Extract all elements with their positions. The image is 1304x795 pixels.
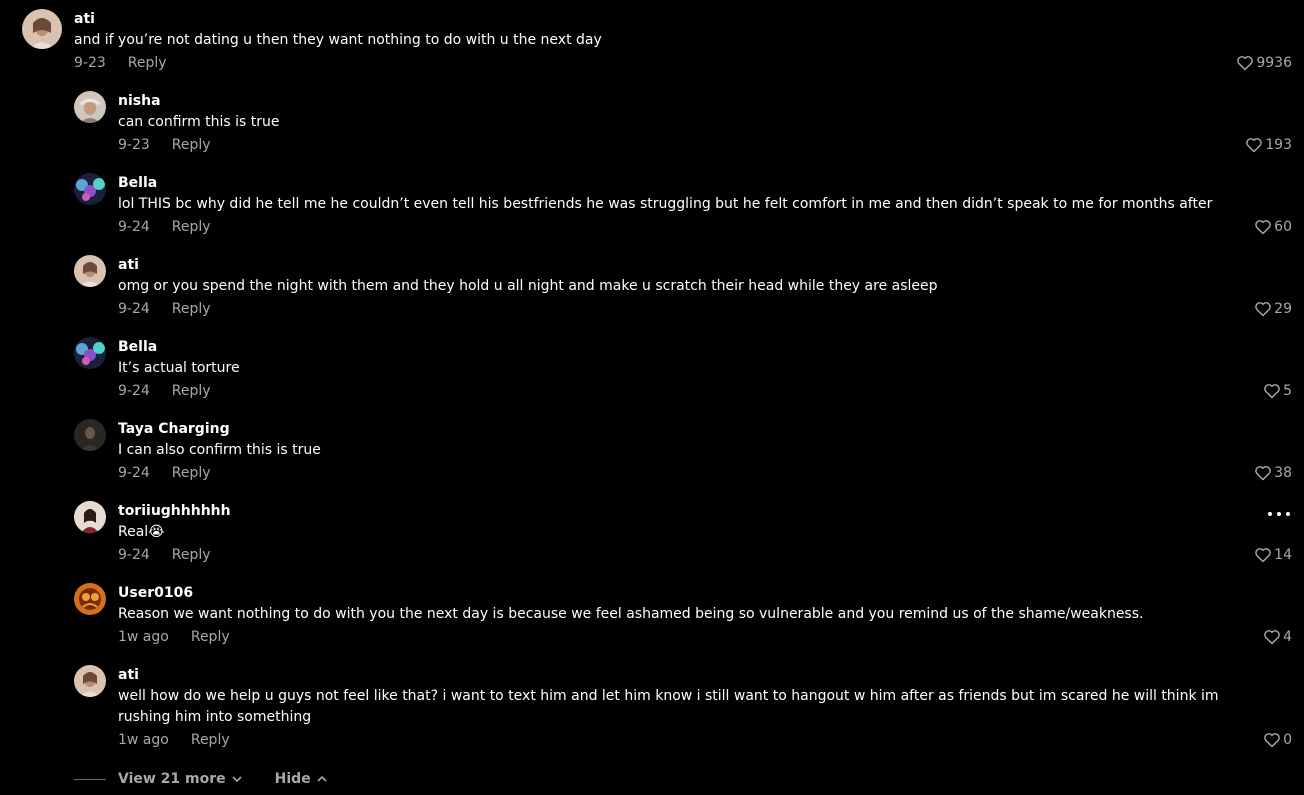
like-button[interactable]: 193 — [1245, 135, 1292, 155]
more-options-icon[interactable] — [1268, 509, 1290, 519]
like-count: 38 — [1274, 465, 1292, 481]
chevron-up-icon — [317, 775, 327, 782]
comment-username[interactable]: toriiughhhhhh — [118, 501, 231, 521]
like-count: 5 — [1283, 383, 1292, 399]
comment-meta: 1w ago Reply — [118, 730, 230, 750]
reply-button[interactable]: Reply — [172, 135, 211, 155]
comment-meta: 9-24 Reply — [118, 217, 211, 237]
comment-text: well how do we help u guys not feel like… — [118, 688, 1219, 725]
reply-button[interactable]: Reply — [191, 627, 230, 647]
like-button[interactable]: 38 — [1254, 463, 1292, 483]
like-button[interactable]: 9936 — [1236, 53, 1292, 73]
reply-button[interactable]: Reply — [172, 217, 211, 237]
comment-date: 9-24 — [118, 547, 150, 563]
comment-text: omg or you spend the night with them and… — [118, 278, 938, 294]
hide-label: Hide — [274, 771, 311, 787]
comment-meta: 9-23 Reply — [74, 53, 167, 73]
divider — [74, 778, 106, 780]
comment-date: 1w ago — [118, 629, 169, 645]
reply-button[interactable]: Reply — [172, 545, 211, 565]
hide-button[interactable]: Hide — [275, 771, 327, 787]
comment-text: Real😭 — [118, 524, 165, 540]
comment-username[interactable]: ati — [118, 665, 139, 685]
avatar[interactable] — [74, 91, 106, 123]
comment-text: I can also confirm this is true — [118, 442, 321, 458]
avatar[interactable] — [74, 583, 106, 615]
comment-date: 9-24 — [118, 219, 150, 235]
like-button[interactable]: 29 — [1254, 299, 1292, 319]
comment-date: 9-24 — [118, 383, 150, 399]
comment-username[interactable]: nisha — [118, 91, 161, 111]
comment-meta: 1w ago Reply — [118, 627, 230, 647]
comment-meta: 9-24 Reply — [118, 545, 211, 565]
like-button[interactable]: 14 — [1254, 545, 1292, 565]
heart-icon — [1255, 548, 1271, 563]
comment-username[interactable]: Bella — [118, 337, 157, 357]
comment-meta: 9-24 Reply — [118, 463, 211, 483]
avatar[interactable] — [74, 337, 106, 369]
comment-text: lol THIS bc why did he tell me he couldn… — [118, 196, 1213, 212]
like-count: 60 — [1274, 219, 1292, 235]
like-count: 4 — [1283, 629, 1292, 645]
like-button[interactable]: 60 — [1254, 217, 1292, 237]
comment-meta: 9-24 Reply — [118, 381, 211, 401]
like-count: 0 — [1283, 732, 1292, 748]
reply-button[interactable]: Reply — [191, 730, 230, 750]
avatar[interactable] — [74, 665, 106, 697]
reply-button[interactable]: Reply — [172, 299, 211, 319]
like-button[interactable]: 0 — [1263, 730, 1292, 750]
chevron-down-icon — [232, 776, 242, 783]
like-count: 14 — [1274, 547, 1292, 563]
heart-icon — [1264, 733, 1280, 748]
comment-date: 9-23 — [74, 55, 106, 71]
view-more-label: View 21 more — [118, 771, 226, 787]
comment-text: It’s actual torture — [118, 360, 240, 376]
like-button[interactable]: 5 — [1263, 381, 1292, 401]
avatar[interactable] — [74, 255, 106, 287]
avatar[interactable] — [74, 501, 106, 533]
comment-text: can confirm this is true — [118, 114, 280, 130]
comment-date: 9-23 — [118, 137, 150, 153]
comment-text: Reason we want nothing to do with you th… — [118, 606, 1144, 622]
avatar[interactable] — [74, 173, 106, 205]
comment-username[interactable]: ati — [118, 255, 139, 275]
comment-date: 1w ago — [118, 732, 169, 748]
comment-username[interactable]: ati — [74, 9, 95, 29]
comment-username[interactable]: Bella — [118, 173, 157, 193]
like-count: 9936 — [1256, 55, 1292, 71]
heart-icon — [1255, 220, 1271, 235]
comment-text: and if you’re not dating u then they wan… — [74, 32, 602, 48]
heart-icon — [1255, 302, 1271, 317]
view-more-button[interactable]: View 21 more — [118, 771, 242, 787]
reply-button[interactable]: Reply — [172, 381, 211, 401]
avatar[interactable] — [22, 9, 62, 49]
comment-meta: 9-24 Reply — [118, 299, 211, 319]
heart-icon — [1237, 56, 1254, 71]
like-count: 29 — [1274, 301, 1292, 317]
avatar[interactable] — [74, 419, 106, 451]
comment-date: 9-24 — [118, 301, 150, 317]
reply-button[interactable]: Reply — [172, 463, 211, 483]
replies-footer: View 21 more Hide — [74, 768, 327, 790]
comment-username[interactable]: Taya Charging — [118, 419, 230, 439]
heart-icon — [1264, 630, 1280, 645]
like-button[interactable]: 4 — [1263, 627, 1292, 647]
comment-date: 9-24 — [118, 465, 150, 481]
heart-icon — [1255, 466, 1271, 481]
heart-icon — [1264, 384, 1280, 399]
heart-icon — [1246, 138, 1263, 153]
comment-meta: 9-23 Reply — [118, 135, 211, 155]
comment-username[interactable]: User0106 — [118, 583, 193, 603]
like-count: 193 — [1265, 137, 1292, 153]
reply-button[interactable]: Reply — [128, 53, 167, 73]
